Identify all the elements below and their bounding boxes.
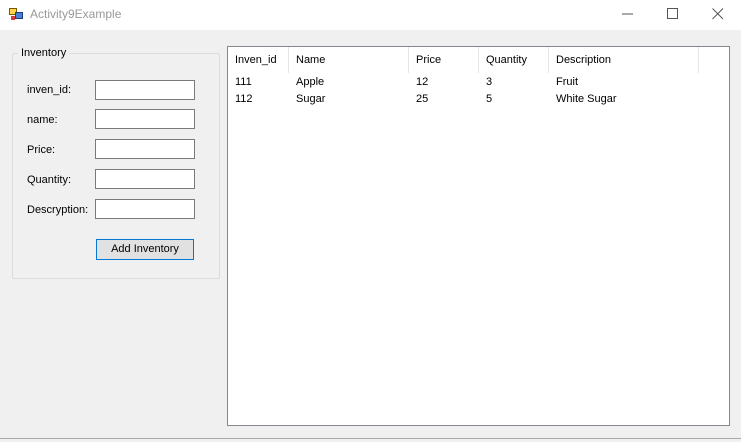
name-input[interactable] (95, 109, 195, 129)
close-button[interactable] (695, 0, 741, 30)
inventory-group-legend: Inventory (18, 47, 70, 59)
list-item[interactable]: 112 Sugar 25 5 White Sugar (228, 91, 729, 108)
cell-quantity: 5 (486, 93, 493, 105)
column-header-quantity[interactable]: Quantity (479, 47, 549, 73)
cell-inven-id: 112 (235, 93, 253, 105)
name-label: name: (27, 114, 58, 126)
cell-quantity: 3 (486, 76, 493, 88)
cell-name: Apple (296, 76, 325, 88)
quantity-input[interactable] (95, 169, 195, 189)
cell-price: 25 (416, 93, 429, 105)
description-label: Descryption: (27, 204, 89, 216)
close-icon (712, 8, 724, 20)
column-header-inven-id[interactable]: Inven_id (228, 47, 289, 73)
inventory-listview[interactable]: Inven_id Name Price Quantity Description… (227, 46, 730, 426)
cell-inven-id: 111 (235, 76, 252, 88)
cell-description: Fruit (556, 76, 578, 88)
column-header-price[interactable]: Price (409, 47, 479, 73)
window-title: Activity9Example (30, 7, 122, 21)
cell-price: 12 (416, 76, 429, 88)
listview-header: Inven_id Name Price Quantity Description (228, 47, 729, 73)
maximize-button[interactable] (650, 0, 696, 30)
cell-description: White Sugar (556, 93, 617, 105)
price-input[interactable] (95, 139, 195, 159)
column-header-name[interactable]: Name (289, 47, 409, 73)
quantity-label: Quantity: (27, 174, 72, 186)
column-header-description[interactable]: Description (549, 47, 699, 73)
minimize-button[interactable] (605, 0, 651, 30)
cell-name: Sugar (296, 93, 326, 105)
maximize-icon (667, 8, 678, 19)
app-window: Activity9Example Inventory inven_id: nam… (0, 0, 741, 439)
list-item[interactable]: 111 Apple 12 3 Fruit (228, 74, 729, 91)
app-icon (9, 8, 23, 20)
inven-id-label: inven_id: (27, 84, 72, 96)
title-bar[interactable]: Activity9Example (0, 0, 741, 30)
inven-id-input[interactable] (95, 80, 195, 100)
description-input[interactable] (95, 199, 195, 219)
minimize-icon (622, 13, 633, 15)
add-inventory-button[interactable]: Add Inventory (96, 239, 194, 260)
price-label: Price: (27, 144, 56, 156)
